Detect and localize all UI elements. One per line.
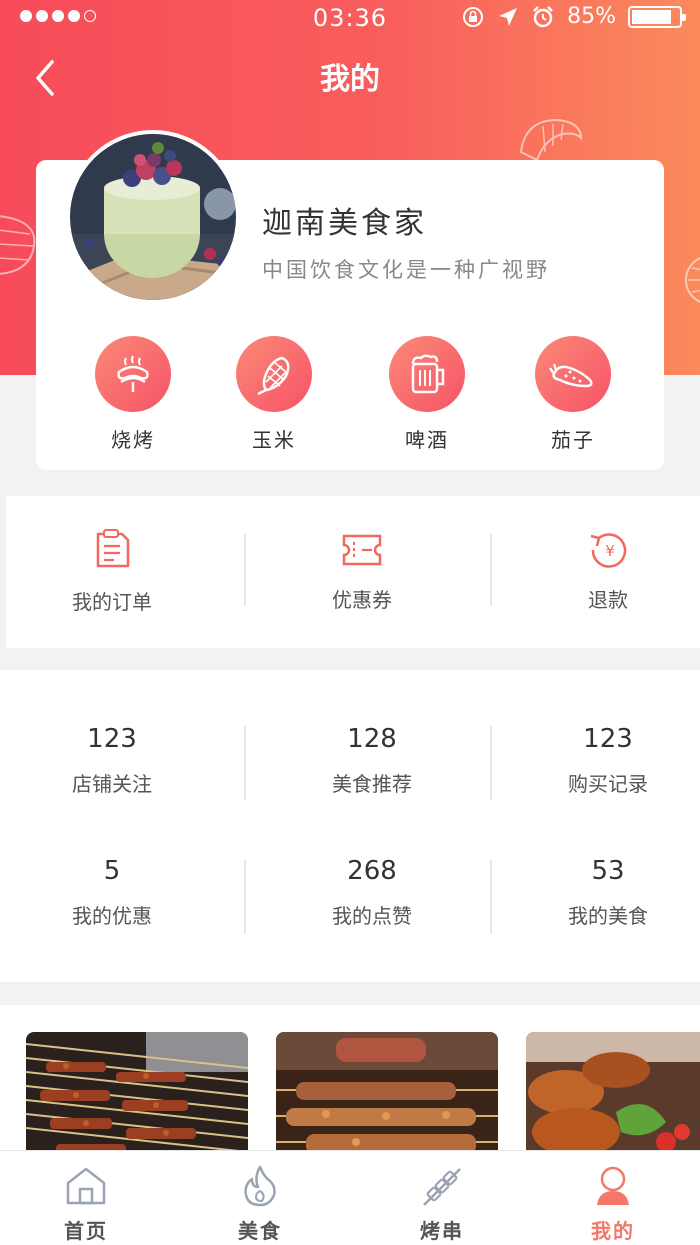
- divider: [490, 726, 492, 800]
- tab-label: 烤串: [420, 1219, 464, 1243]
- order-label: 我的订单: [72, 590, 152, 614]
- stat-my-food[interactable]: 53 我的美食: [548, 856, 668, 929]
- page-title: 我的: [320, 62, 380, 97]
- location-arrow-icon: [499, 7, 518, 26]
- category-label: 啤酒: [405, 428, 449, 452]
- category-label: 烧烤: [111, 428, 155, 452]
- home-icon: [66, 1167, 106, 1205]
- user-description: 中国饮食文化是一种广视野: [262, 258, 550, 282]
- stat-label: 购买记录: [568, 772, 648, 796]
- braised-food-photo-image: [526, 1032, 700, 1155]
- avatar[interactable]: [66, 130, 240, 304]
- category-label: 茄子: [551, 428, 595, 452]
- avatar-image: [70, 134, 236, 300]
- tab-label: 首页: [64, 1219, 108, 1243]
- refund-button[interactable]: ¥ 退款: [548, 528, 668, 613]
- refund-label: 退款: [588, 588, 628, 612]
- divider: [244, 534, 246, 606]
- user-name: 迦南美食家: [262, 206, 427, 241]
- category-beer[interactable]: 啤酒: [367, 336, 487, 453]
- stat-food-recommend[interactable]: 128 美食推荐: [312, 724, 432, 797]
- tab-label: 我的: [591, 1219, 635, 1243]
- sausage-icon: [117, 355, 149, 392]
- alarm-icon: [533, 5, 553, 27]
- food-photo-strip: [0, 1005, 700, 1155]
- grilled-meat-photo-image: [276, 1032, 498, 1155]
- tab-home[interactable]: 首页: [26, 1165, 146, 1244]
- navigation-bar: 我的: [0, 50, 700, 100]
- stat-store-follow[interactable]: 123 店铺关注: [52, 724, 172, 797]
- stat-value: 128: [347, 724, 397, 754]
- bottom-tab-bar: 首页 美食 烤串 我的: [0, 1150, 700, 1245]
- stat-value: 5: [103, 856, 121, 886]
- divider: [244, 726, 246, 800]
- battery-icon: [628, 5, 686, 28]
- tab-profile[interactable]: 我的: [553, 1165, 673, 1244]
- category-bbq[interactable]: 烧烤: [73, 336, 193, 453]
- stat-label: 美食推荐: [332, 772, 412, 796]
- food-photo[interactable]: [526, 1032, 700, 1155]
- stat-value: 123: [583, 724, 633, 754]
- stats-panel: 123 店铺关注 128 美食推荐 123 购买记录 5 我的优惠 268 我的…: [0, 670, 700, 982]
- stat-my-discount[interactable]: 5 我的优惠: [52, 856, 172, 929]
- stat-my-likes[interactable]: 268 我的点赞: [312, 856, 432, 929]
- category-eggplant[interactable]: 茄子: [513, 336, 633, 453]
- svg-text:¥: ¥: [605, 542, 615, 560]
- rotation-lock-icon: [463, 6, 484, 27]
- divider: [244, 860, 246, 934]
- coupon-label: 优惠券: [332, 588, 392, 612]
- category-list: 烧烤 玉米 啤酒 茄子: [36, 336, 664, 456]
- stat-purchase-history[interactable]: 123 购买记录: [548, 724, 668, 797]
- divider: [490, 860, 492, 934]
- shell-decoration-right-icon: [685, 257, 700, 303]
- tab-food[interactable]: 美食: [200, 1165, 320, 1244]
- food-photo[interactable]: [26, 1032, 248, 1155]
- coupon-button[interactable]: 优惠券: [302, 528, 422, 613]
- coupon-icon: [342, 534, 382, 566]
- battery-level: [632, 9, 672, 24]
- skewers-photo-image: [26, 1032, 248, 1155]
- food-photo[interactable]: [276, 1032, 498, 1155]
- my-orders-button[interactable]: 我的订单: [52, 528, 172, 615]
- category-corn[interactable]: 玉米: [214, 336, 334, 453]
- stat-label: 我的优惠: [72, 904, 152, 928]
- eggplant-icon: [549, 363, 593, 388]
- stat-value: 268: [347, 856, 397, 886]
- beer-icon: [411, 354, 445, 394]
- status-bar: 03:36 85%: [0, 0, 700, 36]
- profile-icon: [597, 1166, 629, 1205]
- skewer-icon: [423, 1168, 461, 1206]
- order-list-icon: [96, 529, 130, 568]
- stat-value: 123: [87, 724, 137, 754]
- stat-label: 我的点赞: [332, 904, 412, 928]
- orders-panel: 我的订单 优惠券 ¥ 退款: [6, 496, 700, 648]
- flame-icon: [244, 1165, 276, 1207]
- stat-label: 店铺关注: [72, 772, 152, 796]
- corn-icon: [257, 356, 290, 396]
- stat-label: 我的美食: [568, 904, 648, 928]
- refund-icon: ¥: [590, 533, 627, 568]
- tab-skewers[interactable]: 烤串: [382, 1165, 502, 1244]
- battery-percentage: 85%: [567, 4, 616, 29]
- divider: [490, 534, 492, 606]
- category-label: 玉米: [252, 428, 296, 452]
- tab-label: 美食: [238, 1219, 282, 1243]
- stat-value: 53: [591, 856, 625, 886]
